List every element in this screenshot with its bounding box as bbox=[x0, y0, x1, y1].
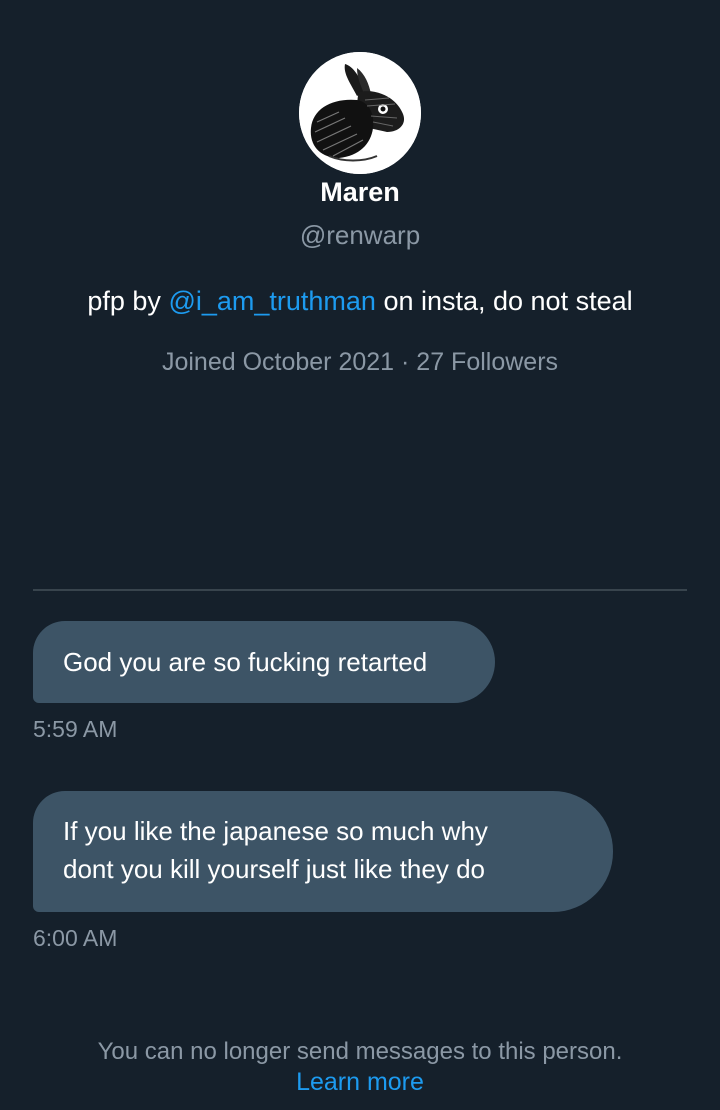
handle: @renwarp bbox=[299, 220, 421, 250]
followers-count[interactable]: 27 Followers bbox=[416, 348, 558, 376]
joined-date: Joined October 2021 bbox=[161, 348, 395, 376]
message-timestamp: 6:00 AM bbox=[33, 925, 118, 951]
rabbit-icon bbox=[299, 52, 421, 174]
display-name: Maren bbox=[320, 177, 400, 207]
bio-prefix: pfp by bbox=[87, 286, 169, 316]
divider bbox=[33, 589, 687, 591]
message-text: God you are so fucking retarted bbox=[63, 647, 428, 677]
blocked-notice: You can no longer send messages to this … bbox=[97, 1038, 623, 1065]
message-bubble[interactable]: God you are so fucking retarted bbox=[33, 621, 495, 703]
message-text-line: dont you kill yourself just like they do bbox=[63, 854, 485, 884]
profile-meta: Joined October 2021 · 27 Followers bbox=[0, 348, 720, 377]
bio: pfp by @i_am_truthman on insta, do not s… bbox=[0, 286, 720, 317]
message-bubble[interactable]: If you like the japanese so much why don… bbox=[33, 791, 613, 912]
message-timestamp: 5:59 AM bbox=[33, 716, 118, 742]
meta-separator: · bbox=[394, 348, 417, 376]
learn-more-link[interactable]: Learn more bbox=[0, 1068, 720, 1097]
bio-mention-link[interactable]: @i_am_truthman bbox=[168, 286, 376, 316]
bio-suffix: on insta, do not steal bbox=[375, 286, 633, 316]
message-text-line: If you like the japanese so much why bbox=[63, 816, 488, 846]
avatar[interactable] bbox=[299, 52, 421, 174]
